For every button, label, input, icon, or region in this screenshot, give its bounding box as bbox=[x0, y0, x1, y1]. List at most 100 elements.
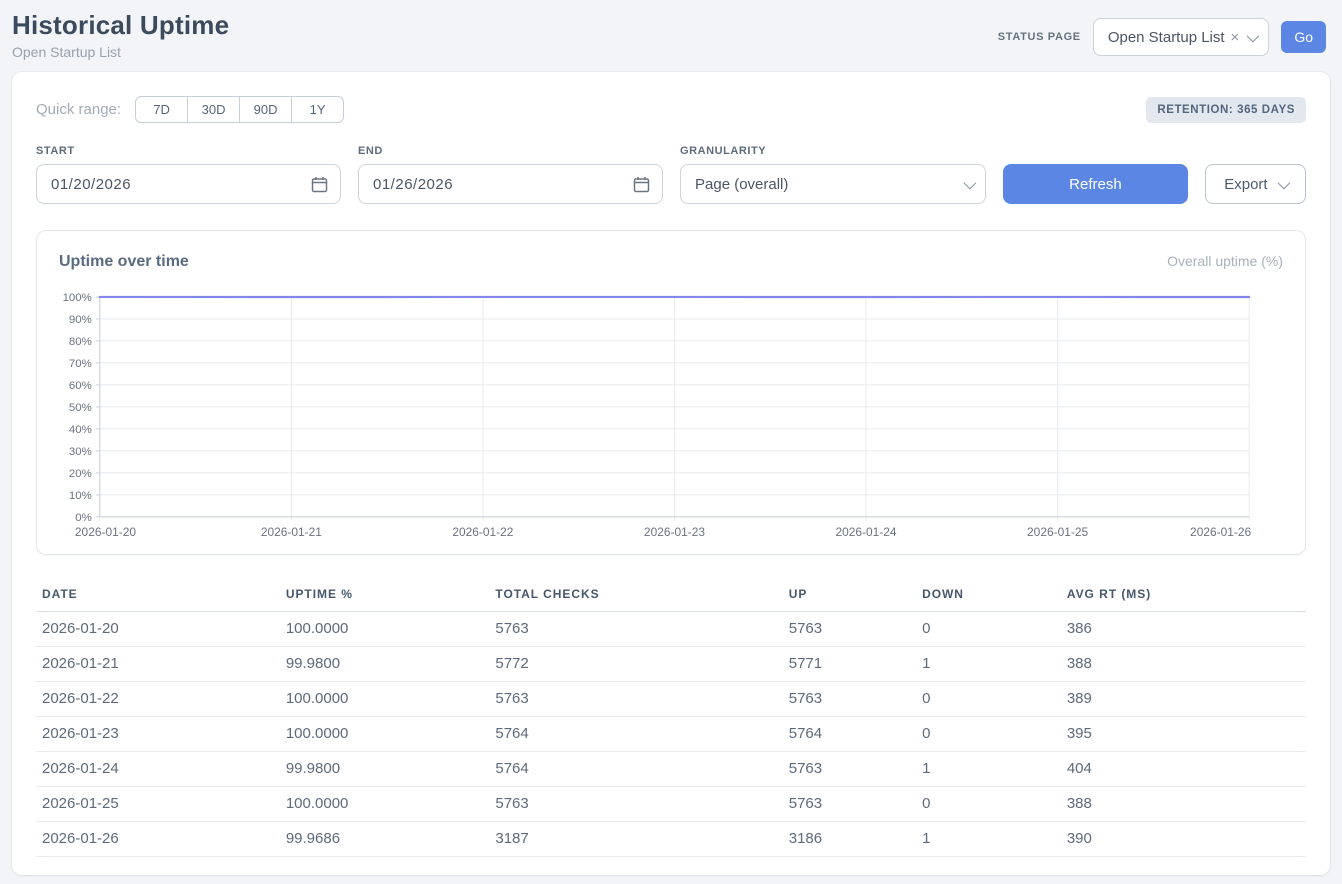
x-tick-label: 2026-01-26 bbox=[1190, 525, 1251, 538]
x-tick-label: 2026-01-22 bbox=[452, 525, 513, 538]
y-tick-label: 40% bbox=[69, 424, 92, 436]
x-tick-label: 2026-01-20 bbox=[75, 525, 136, 538]
calendar-icon[interactable] bbox=[311, 176, 328, 193]
header-right: STATUS PAGE Open Startup List × Go bbox=[998, 18, 1326, 56]
cell-date: 2026-01-21 bbox=[36, 646, 280, 681]
cell-total-checks: 5763 bbox=[489, 786, 782, 821]
main-card: Quick range: 7D30D90D1Y RETENTION: 365 D… bbox=[12, 72, 1330, 875]
column-header-total-checks: TOTAL CHECKS bbox=[489, 579, 782, 612]
quick-range-row: Quick range: 7D30D90D1Y RETENTION: 365 D… bbox=[36, 96, 1306, 123]
x-tick-label: 2026-01-24 bbox=[836, 525, 897, 538]
refresh-button[interactable]: Refresh bbox=[1003, 164, 1188, 204]
column-header-down: DOWN bbox=[916, 579, 1061, 612]
cell-down: 1 bbox=[916, 821, 1061, 856]
granularity-value: Page (overall) bbox=[695, 176, 788, 193]
cell-uptime-pct: 100.0000 bbox=[280, 716, 490, 751]
cell-up: 5763 bbox=[783, 786, 916, 821]
export-label: Export bbox=[1224, 176, 1267, 193]
y-tick-label: 50% bbox=[69, 402, 92, 414]
chart-title: Uptime over time bbox=[59, 253, 189, 271]
cell-total-checks: 5764 bbox=[489, 716, 782, 751]
granularity-select[interactable]: Page (overall) bbox=[680, 164, 986, 204]
quick-range-label: Quick range: bbox=[36, 101, 121, 118]
chevron-down-icon bbox=[1277, 176, 1290, 189]
cell-avg-rt: 395 bbox=[1061, 716, 1306, 751]
cell-uptime-pct: 100.0000 bbox=[280, 786, 490, 821]
x-tick-label: 2026-01-23 bbox=[644, 525, 705, 538]
cell-total-checks: 5763 bbox=[489, 681, 782, 716]
end-date-input[interactable]: 01/26/2026 bbox=[358, 164, 663, 204]
y-tick-label: 90% bbox=[69, 314, 92, 326]
cell-uptime-pct: 99.9686 bbox=[280, 821, 490, 856]
cell-date: 2026-01-24 bbox=[36, 751, 280, 786]
status-page-select[interactable]: Open Startup List × bbox=[1093, 18, 1270, 56]
cell-total-checks: 3187 bbox=[489, 821, 782, 856]
uptime-table: DATEUPTIME %TOTAL CHECKSUPDOWNAVG RT (MS… bbox=[36, 579, 1306, 857]
table-body: 2026-01-20100.00005763576303862026-01-21… bbox=[36, 611, 1306, 856]
column-header-up: UP bbox=[783, 579, 916, 612]
go-button[interactable]: Go bbox=[1281, 21, 1326, 53]
chevron-down-icon bbox=[964, 176, 977, 189]
table-row: 2026-01-2699.9686318731861390 bbox=[36, 821, 1306, 856]
quick-range-1y[interactable]: 1Y bbox=[291, 96, 344, 123]
controls-row: START 01/20/2026 END 01/26/2026 GRANULAR… bbox=[36, 145, 1306, 204]
status-page-label: STATUS PAGE bbox=[998, 31, 1081, 43]
column-header-avg-rt: AVG RT (MS) bbox=[1061, 579, 1306, 612]
top-header: Historical Uptime Open Startup List STAT… bbox=[0, 0, 1342, 72]
export-button[interactable]: Export bbox=[1205, 164, 1306, 204]
quick-range-90d[interactable]: 90D bbox=[239, 96, 292, 123]
table-row: 2026-01-22100.0000576357630389 bbox=[36, 681, 1306, 716]
cell-down: 0 bbox=[916, 786, 1061, 821]
uptime-chart: 0%10%20%30%40%50%60%70%80%90%100%2026-01… bbox=[59, 287, 1283, 538]
cell-down: 1 bbox=[916, 646, 1061, 681]
title-block: Historical Uptime Open Startup List bbox=[12, 10, 229, 60]
y-tick-label: 10% bbox=[69, 490, 92, 502]
cell-up: 5763 bbox=[783, 681, 916, 716]
quick-range-7d[interactable]: 7D bbox=[135, 96, 188, 123]
end-date-value: 01/26/2026 bbox=[373, 176, 453, 193]
cell-date: 2026-01-23 bbox=[36, 716, 280, 751]
cell-avg-rt: 388 bbox=[1061, 646, 1306, 681]
table-row: 2026-01-20100.0000576357630386 bbox=[36, 611, 1306, 646]
start-date-value: 01/20/2026 bbox=[51, 176, 131, 193]
chart-card: Uptime over time Overall uptime (%) 0%10… bbox=[36, 230, 1306, 555]
cell-avg-rt: 390 bbox=[1061, 821, 1306, 856]
calendar-icon[interactable] bbox=[633, 176, 650, 193]
page-title: Historical Uptime bbox=[12, 10, 229, 41]
end-label: END bbox=[358, 145, 663, 157]
y-tick-label: 70% bbox=[69, 358, 92, 370]
cell-total-checks: 5772 bbox=[489, 646, 782, 681]
cell-date: 2026-01-26 bbox=[36, 821, 280, 856]
column-header-uptime-pct: UPTIME % bbox=[280, 579, 490, 612]
y-tick-label: 80% bbox=[69, 336, 92, 348]
cell-total-checks: 5763 bbox=[489, 611, 782, 646]
column-header-date: DATE bbox=[36, 579, 280, 612]
cell-total-checks: 5764 bbox=[489, 751, 782, 786]
cell-avg-rt: 388 bbox=[1061, 786, 1306, 821]
cell-uptime-pct: 99.9800 bbox=[280, 751, 490, 786]
start-label: START bbox=[36, 145, 341, 157]
cell-up: 5763 bbox=[783, 751, 916, 786]
cell-uptime-pct: 100.0000 bbox=[280, 611, 490, 646]
retention-badge: RETENTION: 365 DAYS bbox=[1146, 97, 1306, 123]
cell-uptime-pct: 99.9800 bbox=[280, 646, 490, 681]
cell-avg-rt: 389 bbox=[1061, 681, 1306, 716]
table-row: 2026-01-2499.9800576457631404 bbox=[36, 751, 1306, 786]
start-date-input[interactable]: 01/20/2026 bbox=[36, 164, 341, 204]
cell-up: 5771 bbox=[783, 646, 916, 681]
cell-date: 2026-01-20 bbox=[36, 611, 280, 646]
cell-date: 2026-01-25 bbox=[36, 786, 280, 821]
chevron-down-icon bbox=[1247, 29, 1260, 42]
y-tick-label: 100% bbox=[63, 292, 92, 304]
x-tick-label: 2026-01-25 bbox=[1027, 525, 1088, 538]
clear-selection-icon[interactable]: × bbox=[1231, 30, 1240, 45]
cell-down: 0 bbox=[916, 681, 1061, 716]
status-page-value: Open Startup List bbox=[1108, 29, 1225, 46]
x-tick-label: 2026-01-21 bbox=[261, 525, 322, 538]
cell-down: 0 bbox=[916, 611, 1061, 646]
granularity-label: GRANULARITY bbox=[680, 145, 986, 157]
quick-range-group: 7D30D90D1Y bbox=[135, 96, 344, 123]
cell-down: 1 bbox=[916, 751, 1061, 786]
quick-range-30d[interactable]: 30D bbox=[187, 96, 240, 123]
cell-up: 3186 bbox=[783, 821, 916, 856]
